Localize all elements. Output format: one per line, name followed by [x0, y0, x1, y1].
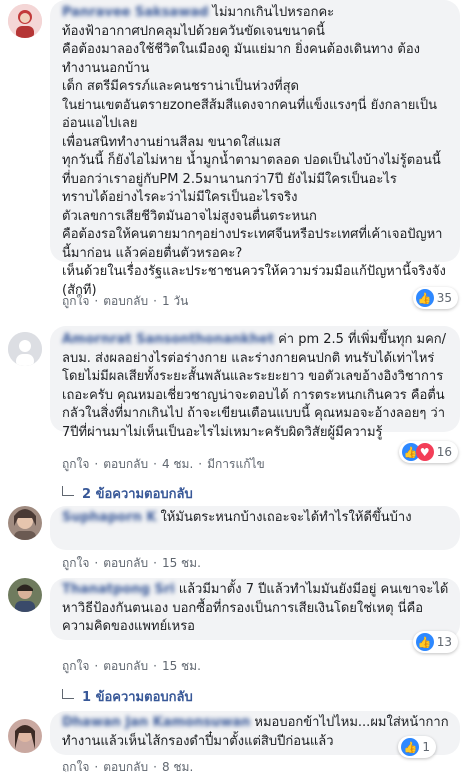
like-icon: 👍	[415, 289, 434, 307]
comment-actions: ถูกใจ · ตอบกลับ · 4 ชม. · มีการแก้ไข	[62, 455, 265, 474]
reaction-count[interactable]: 👍 13	[412, 631, 458, 653]
comment-text: ให้มันตระหนกบ้างเถอะจะได้ทำไรให้ดีขึ้นบ้…	[160, 510, 412, 525]
comment-author[interactable]: Thanatpong Sri	[62, 582, 175, 597]
like-link[interactable]: ถูกใจ	[62, 455, 89, 474]
avatar-image	[8, 4, 42, 38]
comment-author[interactable]: Suphaporn K	[62, 510, 156, 525]
love-icon: ♥	[415, 443, 434, 461]
avatar-image	[8, 506, 42, 540]
comment-time[interactable]: 8 ชม.	[162, 758, 193, 772]
comment-actions: ถูกใจ · ตอบกลับ · 15 ชม.	[62, 657, 201, 676]
like-icon: 👍	[401, 738, 420, 756]
reply-link[interactable]: ตอบกลับ	[103, 758, 148, 772]
comment-author[interactable]: Panravee Saksawad	[62, 5, 208, 20]
reply-link[interactable]: ตอบกลับ	[103, 657, 148, 676]
comment-text: ไม่มากเกินไปหรอกคะ ท้องฟ้าอากาศปกคลุมไปด…	[62, 5, 446, 298]
like-link[interactable]: ถูกใจ	[62, 758, 89, 772]
like-link[interactable]: ถูกใจ	[62, 554, 89, 573]
comment-time[interactable]: 1 วัน	[162, 292, 188, 311]
avatar-image	[8, 719, 42, 753]
reaction-count[interactable]: 👍 35	[412, 287, 458, 309]
comment-bubble: Panravee Saksawad ไม่มากเกินไปหรอกคะ ท้อง…	[50, 0, 460, 298]
comment-bubble: Amornrat Sansonthonankhet ค่า pm 2.5 ที่เ…	[50, 326, 460, 440]
view-replies-link[interactable]: 2 ข้อความตอบกลับ	[62, 483, 193, 504]
comment-bubble: Thanatpong Sri แล้วมีมาตั้ง 7 ปีแล้วทำไมม…	[50, 578, 460, 640]
reply-link[interactable]: ตอบกลับ	[103, 292, 148, 311]
avatar[interactable]	[8, 719, 42, 753]
avatar[interactable]	[8, 506, 42, 540]
avatar[interactable]	[8, 4, 42, 38]
like-icon: 👍	[415, 633, 434, 651]
reply-arrow-icon	[62, 485, 74, 496]
reaction-count[interactable]: 👍 ♥ 16	[398, 441, 458, 463]
avatar-image	[8, 578, 42, 612]
avatar[interactable]	[8, 578, 42, 612]
reaction-count[interactable]: 👍 1	[398, 736, 436, 758]
like-link[interactable]: ถูกใจ	[62, 292, 89, 311]
view-replies-link[interactable]: 1 ข้อความตอบกลับ	[62, 686, 193, 707]
comment-author[interactable]: Amornrat Sansonthonankhet	[62, 332, 274, 347]
comment-time[interactable]: 4 ชม.	[162, 455, 193, 474]
default-avatar-icon	[8, 332, 42, 366]
comment-actions: ถูกใจ · ตอบกลับ · 1 วัน	[62, 292, 188, 311]
reply-link[interactable]: ตอบกลับ	[103, 455, 148, 474]
edited-label[interactable]: มีการแก้ไข	[207, 455, 265, 474]
reply-arrow-icon	[62, 688, 74, 699]
like-link[interactable]: ถูกใจ	[62, 657, 89, 676]
comment-time[interactable]: 15 ชม.	[162, 554, 201, 573]
comment-actions: ถูกใจ · ตอบกลับ · 15 ชม.	[62, 554, 201, 573]
avatar[interactable]	[8, 332, 42, 366]
comment-text: ค่า pm 2.5 ที่เพิ่มขึ้นทุก มคก/ลบม. ส่งผ…	[62, 332, 450, 440]
comment-time[interactable]: 15 ชม.	[162, 657, 201, 676]
reply-link[interactable]: ตอบกลับ	[103, 554, 148, 573]
comment-bubble: Suphaporn K ให้มันตระหนกบ้างเถอะจะได้ทำไร…	[50, 506, 460, 550]
comment-actions: ถูกใจ · ตอบกลับ · 8 ชม.	[62, 758, 193, 772]
comment-author[interactable]: Dhawan Jan Kamonsuwan	[62, 715, 250, 730]
